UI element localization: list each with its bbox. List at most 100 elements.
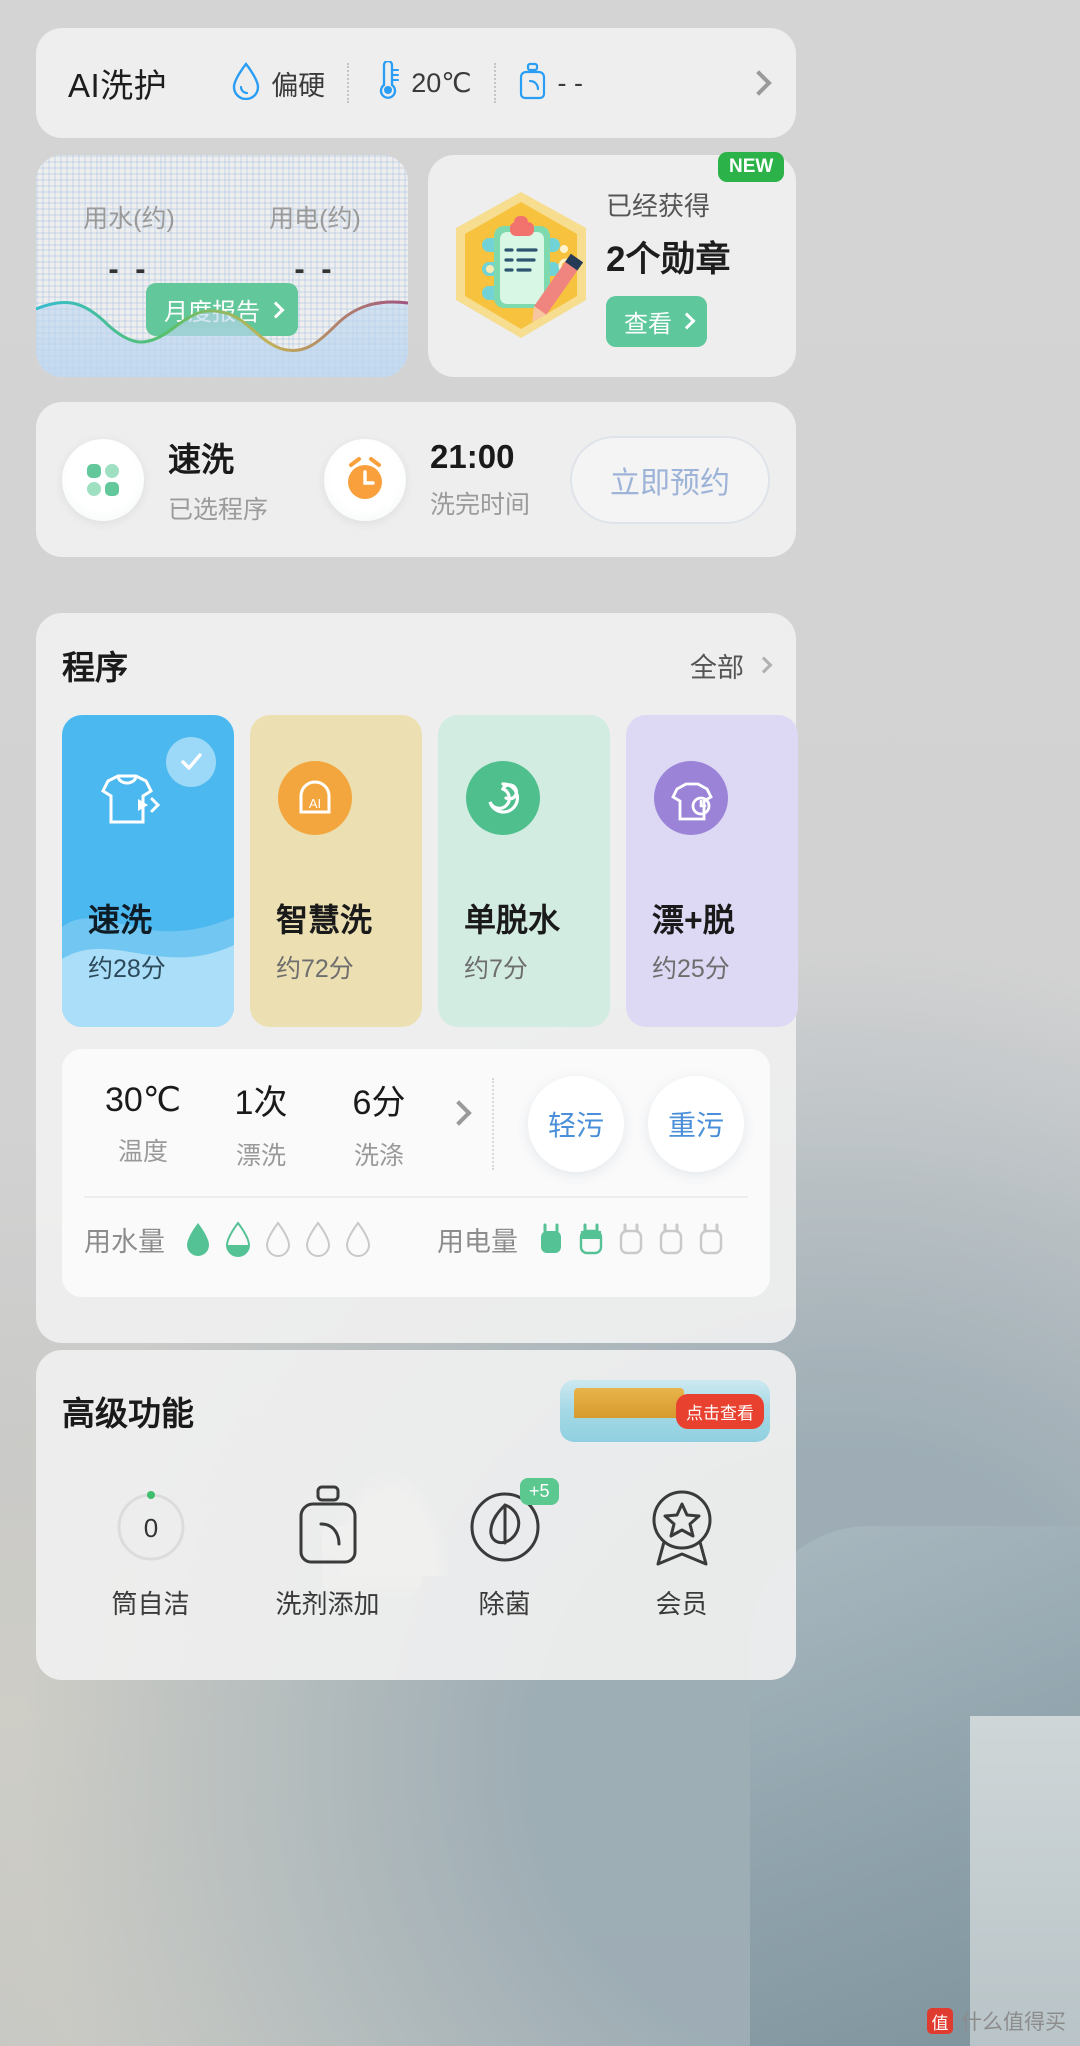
watermark: 值 什么值得买 [927, 2006, 1066, 2036]
consumption-meters: 用水量 用电量 [84, 1220, 748, 1259]
medal-star-icon [639, 1482, 725, 1568]
program-card-spin-only[interactable]: 单脱水 约7分 [438, 715, 610, 1027]
plug-empty-icon [619, 1223, 643, 1254]
soil-heavy-button[interactable]: 重污 [648, 1075, 744, 1172]
temperature-value: 20℃ [411, 67, 472, 98]
programs-title: 程序 [62, 649, 128, 686]
watermark-text: 什么值得买 [961, 2011, 1066, 2034]
advanced-header: 高级功能 点击查看 [62, 1380, 770, 1442]
finish-time-sub: 洗完时间 [430, 491, 531, 519]
soil-level-group: 轻污 重污 [528, 1075, 744, 1172]
smart-wash-icon-wrap: AI [278, 761, 352, 835]
advanced-functions-panel: 高级功能 点击查看 0 筒自洁 洗剂添加 +5 除菌 会员 [36, 1350, 796, 1680]
advanced-item-drum-clean[interactable]: 0 筒自洁 [62, 1482, 239, 1621]
program-card-rinse-spin[interactable]: 漂+脱 约25分 [626, 715, 798, 1027]
reserve-now-button[interactable]: 立即预约 [570, 435, 770, 524]
program-name: 漂+脱 [652, 902, 735, 938]
ai-care-title: AI洗护 [68, 67, 168, 104]
program-card-smart-wash[interactable]: AI 智慧洗 约72分 [250, 715, 422, 1027]
chevron-right-icon[interactable] [746, 70, 772, 96]
detergent-value: - - [557, 67, 584, 98]
water-drop-icon [231, 61, 261, 105]
power-usage-label: 用电(约) [269, 205, 361, 233]
plug-empty-icon [659, 1223, 683, 1254]
plug-filled-icon [541, 1223, 561, 1253]
drop-half-icon [225, 1220, 251, 1257]
watermark-logo: 值 [927, 2008, 953, 2034]
usage-columns: 用水(约) - - 用电(约) - - [36, 199, 408, 287]
view-all-label: 全部 [690, 652, 744, 683]
advanced-item-label: 筒自洁 [111, 1589, 190, 1619]
plug-empty-icon [699, 1223, 723, 1254]
advanced-item-label: 除菌 [478, 1589, 531, 1619]
program-name: 智慧洗 [276, 902, 373, 938]
detergent-bottle-icon [518, 61, 548, 106]
advanced-item-membership[interactable]: 会员 [593, 1482, 770, 1621]
view-all-programs-button[interactable]: 全部 [690, 646, 773, 685]
ai-head-icon: AI [299, 780, 331, 814]
detergent-bottle-icon [285, 1482, 371, 1568]
rinse-label: 漂洗 [235, 1142, 286, 1170]
medal-info: NEW 已经获得 2个勋章 查看 [606, 151, 785, 347]
shirt-rinse-icon [671, 782, 713, 821]
finish-time-info: 21:00 洗完时间 [430, 438, 530, 521]
temperature-metric[interactable]: 20℃ [349, 59, 493, 106]
view-medals-button[interactable]: 查看 [606, 295, 707, 347]
selected-check-icon [166, 737, 216, 787]
advanced-item-detergent[interactable]: 洗剂添加 [239, 1482, 416, 1621]
temperature-value: 30℃ [104, 1080, 181, 1119]
ai-care-bar[interactable]: AI洗护 偏硬 20℃ - - [36, 28, 796, 138]
power-usage-column: 用电(约) - - [222, 199, 408, 287]
banner-illustration [574, 1388, 684, 1418]
advanced-title: 高级功能 [62, 1395, 194, 1432]
spin-icon [488, 782, 519, 814]
drum-clean-count: 0 [143, 1513, 157, 1543]
rinse-spin-icon-wrap [654, 761, 728, 835]
alarm-clock-icon [348, 456, 383, 499]
banner-cta-label: 点击查看 [676, 1394, 764, 1429]
status-bar: 速洗 已选程序 21:00 洗完时间 立即预约 [36, 402, 796, 557]
medal-count: 2个勋章 [606, 239, 731, 279]
drum-ring-icon: 0 [108, 1482, 194, 1568]
usage-card[interactable]: 用水(约) - - 用电(约) - - 月度报告 [36, 155, 408, 377]
advanced-item-sterilize[interactable]: +5 除菌 [416, 1478, 593, 1621]
power-meter-label: 用电量 [437, 1227, 518, 1257]
power-usage-value: - - [294, 251, 336, 286]
temperature-setting[interactable]: 30℃ 温度 [84, 1080, 202, 1168]
program-duration: 约72分 [276, 955, 354, 983]
advanced-item-label: 洗剂添加 [275, 1589, 380, 1619]
wash-label: 洗涤 [353, 1142, 404, 1170]
water-hardness-metric[interactable]: 偏硬 [209, 61, 347, 105]
clock-icon-wrap[interactable] [324, 438, 407, 521]
finish-time-value: 21:00 [430, 438, 515, 475]
power-meter-plugs [536, 1223, 726, 1257]
promo-banner[interactable]: 点击查看 [560, 1380, 770, 1442]
medal-card[interactable]: NEW 已经获得 2个勋章 查看 [428, 151, 796, 377]
wash-setting[interactable]: 6分 洗涤 [320, 1075, 438, 1172]
program-name: 单脱水 [464, 902, 561, 938]
program-duration: 约28分 [88, 955, 166, 983]
card-wave-decoration [62, 917, 234, 1027]
wash-value: 6分 [352, 1084, 406, 1122]
water-meter-label: 用水量 [84, 1227, 165, 1257]
divider [492, 1077, 494, 1170]
program-card-quick-wash[interactable]: 速洗 约28分 [62, 715, 234, 1027]
rinse-setting[interactable]: 1次 漂洗 [202, 1075, 320, 1172]
drop-empty-icon [305, 1220, 331, 1257]
spin-icon-wrap [466, 761, 540, 835]
sofa-side [970, 1716, 1080, 2046]
chevron-right-icon[interactable] [446, 1099, 472, 1126]
advanced-item-label: 会员 [655, 1589, 708, 1619]
thermometer-icon [371, 59, 401, 106]
drop-empty-icon [265, 1220, 291, 1257]
detergent-metric[interactable]: - - [496, 61, 605, 106]
advanced-items: 0 筒自洁 洗剂添加 +5 除菌 会员 [62, 1478, 770, 1621]
water-meter-drops [183, 1220, 373, 1259]
soil-light-button[interactable]: 轻污 [528, 1075, 624, 1172]
water-usage-column: 用水(约) - - [36, 199, 222, 287]
app-screen: AI洗护 偏硬 20℃ - - 用水(约) - - 用电(约) - - NEW … [0, 0, 1080, 2046]
new-badge: NEW [718, 151, 785, 182]
rinse-value: 1次 [234, 1084, 288, 1122]
program-icon-wrap[interactable] [62, 438, 144, 521]
programs-panel: 程序 全部 速洗 约28分 AI 智慧洗 约72分 单脱水 约7分 漂+脱 约2… [36, 613, 798, 1343]
